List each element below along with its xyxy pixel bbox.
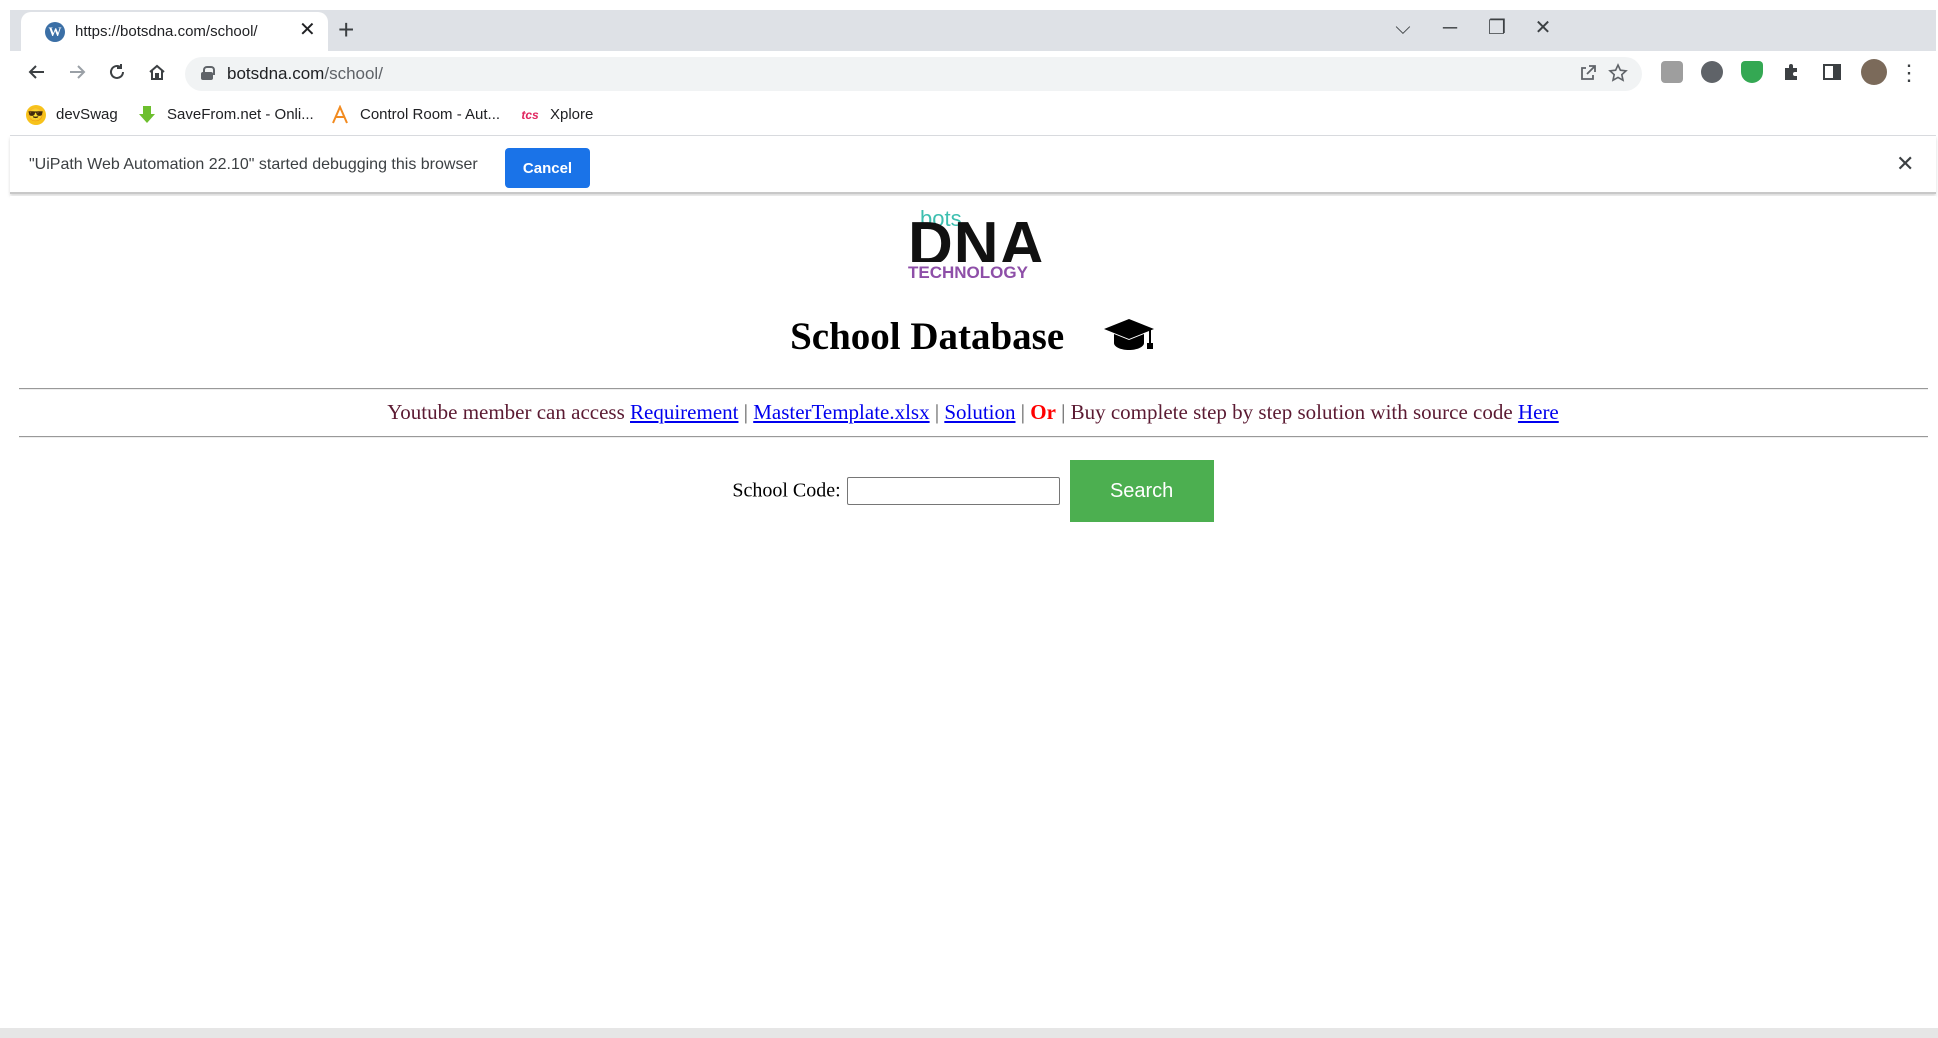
school-search-form: School Code: Search [10,460,1936,522]
bookmark-label: devSwag [56,105,118,123]
bookmark-control-room[interactable]: Control Room - Aut... [330,104,501,125]
new-tab-button[interactable]: + [338,16,354,44]
minimize-button[interactable]: ─ [1435,16,1465,40]
puzzle-extensions-icon[interactable] [1781,61,1803,83]
cancel-debugging-button[interactable]: Cancel [505,148,590,188]
download-arrow-icon [137,105,157,125]
logo-technology-text: TECHNOLOGY [908,263,1028,282]
profile-avatar[interactable] [1861,59,1887,85]
infobar-close-icon[interactable]: ✕ [1896,152,1914,176]
separator: | [934,400,940,424]
url-text[interactable]: botsdna.com/school/ [227,64,383,84]
requirement-link[interactable]: Requirement [630,400,738,424]
lock-icon[interactable] [201,66,215,80]
search-button[interactable]: Search [1069,460,1214,522]
browser-toolbar: botsdna.com/school/ ⋮ [10,51,1936,96]
divider-bottom [19,436,1928,438]
botsdna-logo: bots DNA TECHNOLOGY [908,206,1044,286]
tab-title: https://botsdna.com/school/ [75,23,258,40]
bookmark-devswag[interactable]: 😎 devSwag [26,105,118,125]
or-text: Or [1030,400,1056,424]
url-path: /school/ [324,64,383,83]
sunglasses-emoji-icon: 😎 [26,105,46,125]
address-bar[interactable]: botsdna.com/school/ [185,57,1642,91]
school-code-input[interactable] [847,477,1061,505]
bookmark-label: Control Room - Aut... [360,105,501,123]
browser-chrome: W https://botsdna.com/school/ ✕ + ⌵ ─ ❐ … [10,10,1936,194]
separator: | [1061,400,1066,424]
separator: | [743,400,748,424]
bookmarks-bar: 😎 devSwag SaveFrom.net - Onli... Control … [10,96,1936,136]
side-panel-icon[interactable] [1821,61,1843,83]
shield-icon[interactable] [1741,61,1763,83]
school-code-label: School Code: [732,479,841,502]
back-arrow-icon[interactable] [24,61,50,87]
bookmark-label: Xplore [550,105,594,123]
kebab-menu-icon[interactable]: ⋮ [1898,59,1920,87]
automation-anywhere-icon [330,104,350,125]
page-content: bots DNA TECHNOLOGY School Database Yout… [10,196,1936,1028]
extension-globe-icon[interactable] [1701,61,1723,83]
tcs-icon: tcs [521,108,539,122]
debugging-infobar: "UiPath Web Automation 22.10" started de… [10,136,1936,194]
wordpress-icon: W [45,22,65,42]
tab-search-chevron-down-icon[interactable]: ⌵ [1388,16,1418,40]
bookmark-label: SaveFrom.net - Onli... [167,105,314,123]
logo-dna-text: DNA [908,214,1046,262]
share-icon[interactable] [1577,63,1599,88]
bookmark-star-icon[interactable] [1607,63,1629,88]
home-icon[interactable] [144,61,170,87]
window-bottom-edge [0,1028,1938,1038]
here-link[interactable]: Here [1518,400,1559,424]
solution-link[interactable]: Solution [944,400,1015,424]
master-template-link[interactable]: MasterTemplate.xlsx [753,400,929,424]
links-lead-text: Youtube member can access [387,400,625,424]
reload-icon[interactable] [104,61,130,87]
bookmark-savefrom[interactable]: SaveFrom.net - Onli... [137,105,314,125]
graduation-cap-icon [1102,315,1156,365]
bookmark-xplore[interactable]: tcs Xplore [520,105,593,125]
page-title: School Database [790,315,1065,358]
buy-solution-text: Buy complete step by step solution with … [1070,400,1513,424]
window-close-button[interactable]: ✕ [1528,16,1558,40]
tab-close-icon[interactable]: ✕ [299,20,316,40]
tab-strip: W https://botsdna.com/school/ ✕ + ⌵ ─ ❐ … [10,10,1936,51]
separator: | [1020,400,1025,424]
divider-top [19,388,1928,390]
url-host: botsdna.com [227,64,325,83]
tab-active[interactable]: W https://botsdna.com/school/ ✕ [21,12,328,51]
page-title-row: School Database [10,314,1936,365]
restore-button[interactable]: ❐ [1482,16,1512,40]
extension-grey-icon[interactable] [1661,61,1683,83]
member-links-line: Youtube member can access Requirement | … [10,400,1936,425]
infobar-message: "UiPath Web Automation 22.10" started de… [29,156,478,173]
forward-arrow-icon[interactable] [64,61,90,87]
